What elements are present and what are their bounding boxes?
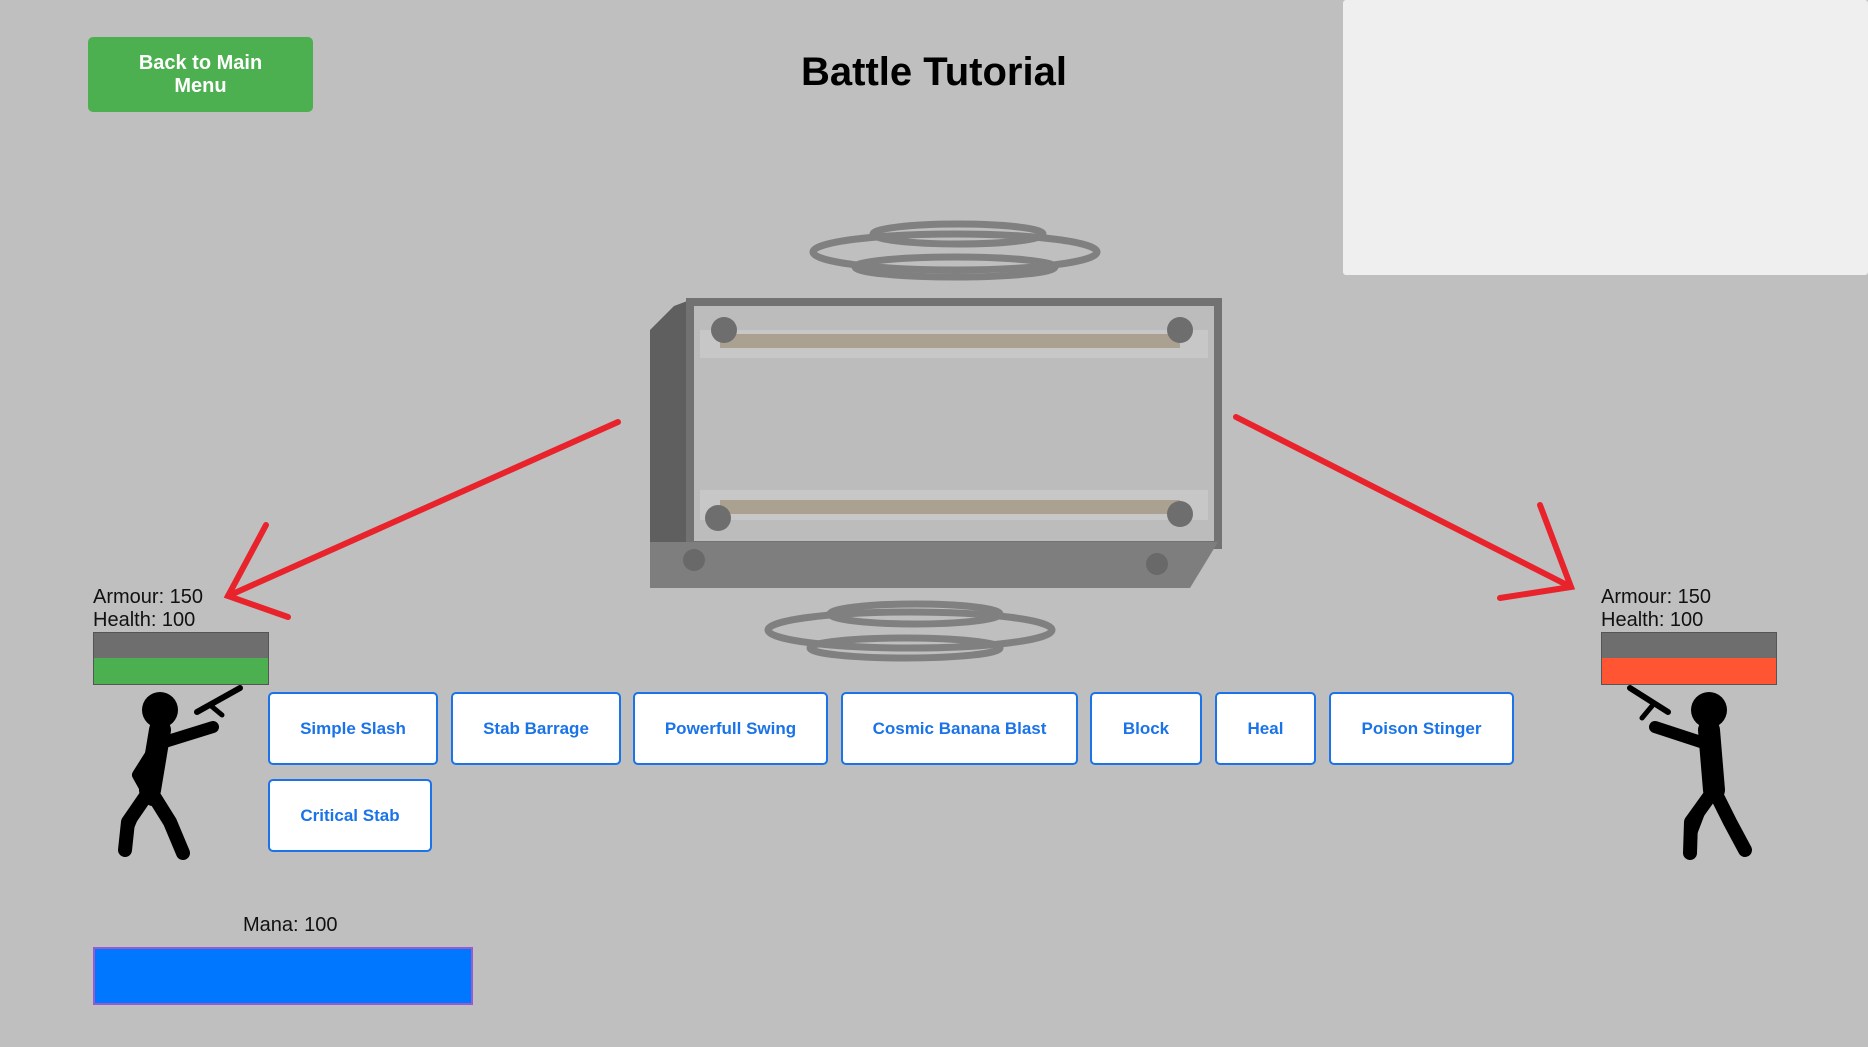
player-health-bar (93, 632, 269, 685)
move-powerfull-swing-button[interactable]: Powerfull Swing (633, 692, 828, 765)
move-heal-button[interactable]: Heal (1215, 692, 1316, 765)
enemy-health-text: Health: 100 (1601, 609, 1704, 631)
treasure-chest-icon (650, 220, 1222, 662)
move-block-button[interactable]: Block (1090, 692, 1202, 765)
red-arrow-icon (223, 414, 1576, 620)
move-stab-barrage-button[interactable]: Stab Barrage (451, 692, 621, 765)
player-health-fill (94, 658, 268, 684)
enemy-health-bar (1601, 632, 1777, 685)
move-critical-stab-button[interactable]: Critical Stab (268, 779, 432, 852)
mana-bar (93, 947, 473, 1005)
enemy-armour-text: Armour: 150 (1601, 586, 1712, 608)
mana-fill (95, 949, 471, 1003)
info-panel (1343, 0, 1868, 275)
player-stickman-icon (118, 685, 243, 860)
player-health-text: Health: 100 (93, 609, 196, 631)
mana-text: Mana: 100 (243, 914, 338, 936)
enemy-stickman-icon (1627, 685, 1752, 860)
move-poison-stinger-button[interactable]: Poison Stinger (1329, 692, 1514, 765)
move-cosmic-banana-blast-button[interactable]: Cosmic Banana Blast (841, 692, 1078, 765)
enemy-health-fill (1602, 658, 1776, 684)
player-armour-text: Armour: 150 (93, 586, 204, 608)
move-simple-slash-button[interactable]: Simple Slash (268, 692, 438, 765)
